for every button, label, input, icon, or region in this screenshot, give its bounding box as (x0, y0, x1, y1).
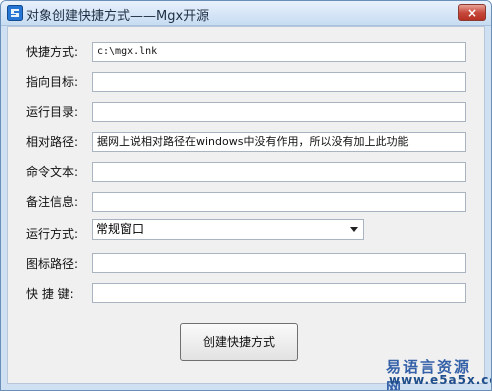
watermark-url: www.e5a5x.com (389, 373, 491, 387)
run-mode-label: 运行方式: (26, 227, 79, 241)
relative-path-label: 相对路径: (26, 135, 79, 149)
relative-path-input[interactable]: 据网上说相对路径在windows中没有作用，所以没有加上此功能 (92, 132, 466, 152)
window-title: 对象创建快捷方式——Mgx开源 (26, 9, 210, 24)
remark-label: 备注信息: (26, 195, 79, 209)
close-button[interactable]: × (458, 4, 486, 21)
icon-path-input[interactable] (92, 253, 466, 273)
run-mode-value: 常规窗口 (96, 222, 145, 236)
icon-path-label: 图标路径: (26, 257, 79, 271)
form-panel: 快捷方式: c:\mgx.lnk 指向目标: 运行目录: 相对路径: 据网上说相… (7, 26, 491, 390)
command-text-input[interactable] (92, 162, 466, 182)
command-text-label: 命令文本: (26, 165, 79, 179)
working-directory-input[interactable] (92, 102, 466, 122)
hotkey-label: 快 捷 键: (26, 287, 74, 301)
target-input[interactable] (92, 72, 466, 92)
hotkey-input[interactable] (92, 283, 466, 303)
shortcut-path-label: 快捷方式: (26, 45, 79, 59)
blue-square-logo-icon (7, 5, 23, 21)
remark-input[interactable] (92, 192, 466, 212)
close-icon: × (466, 6, 478, 20)
run-mode-select[interactable]: 常规窗口 (92, 219, 364, 240)
create-shortcut-button[interactable]: 创建快捷方式 (180, 323, 298, 361)
working-directory-label: 运行目录: (26, 105, 79, 119)
shortcut-path-input[interactable]: c:\mgx.lnk (92, 42, 466, 62)
chevron-down-icon[interactable] (350, 227, 358, 232)
title-bar: 对象创建快捷方式——Mgx开源 × (1, 1, 491, 26)
shortcut-window: 对象创建快捷方式——Mgx开源 × 快捷方式: c:\mgx.lnk 指向目标:… (0, 0, 492, 391)
target-label: 指向目标: (26, 75, 79, 89)
